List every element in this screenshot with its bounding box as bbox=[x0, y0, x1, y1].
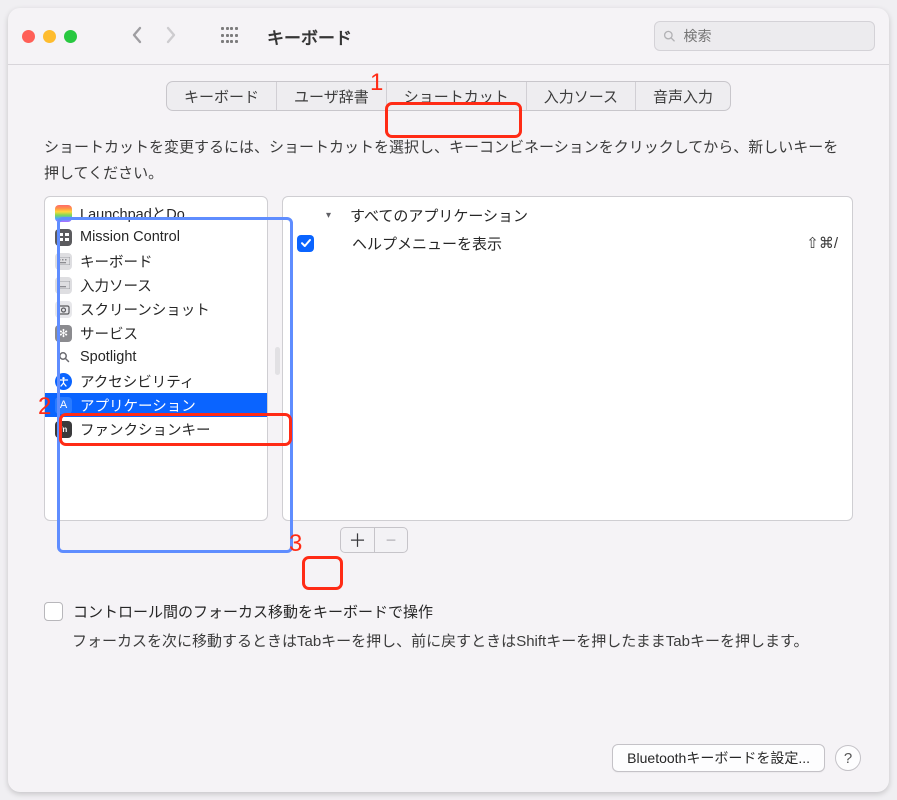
sidebar-item-label: スクリーンショット bbox=[80, 299, 210, 320]
focus-checkbox-label: コントロール間のフォーカス移動をキーボードで操作 bbox=[73, 601, 433, 622]
close-button[interactable] bbox=[22, 30, 35, 43]
sidebar-item-label: アプリケーション bbox=[80, 395, 196, 416]
tab-keyboard[interactable]: キーボード bbox=[167, 82, 277, 110]
sidebar-item-label: キーボード bbox=[80, 251, 153, 272]
shortcut-list[interactable]: ▾ すべてのアプリケーション ヘルプメニューを表示 ⇧⌘/ bbox=[282, 196, 853, 521]
sidebar-item-mission-control[interactable]: Mission Control bbox=[45, 225, 267, 249]
sidebar-item-applications[interactable]: A アプリケーション bbox=[45, 393, 267, 417]
focus-checkbox[interactable] bbox=[44, 602, 63, 621]
sidebar-item-label: LaunchpadとDo... bbox=[80, 203, 197, 224]
footer-block: コントロール間のフォーカス移動をキーボードで操作 フォーカスを次に移動するときは… bbox=[44, 601, 853, 655]
forward-button[interactable] bbox=[165, 26, 177, 47]
sidebar-item-accessibility[interactable]: アクセシビリティ bbox=[45, 369, 267, 393]
minimize-button[interactable] bbox=[43, 30, 56, 43]
gear-icon: ✻ bbox=[55, 325, 72, 342]
input-source-icon bbox=[55, 277, 72, 294]
add-button[interactable]: ＋ bbox=[341, 528, 374, 552]
shortcut-key[interactable]: ⇧⌘/ bbox=[806, 234, 838, 252]
pane-resize-handle[interactable] bbox=[275, 347, 280, 375]
bluetooth-keyboard-button[interactable]: Bluetoothキーボードを設定... bbox=[612, 744, 825, 772]
split-panes: LaunchpadとDo... Mission Control キーボード bbox=[44, 196, 853, 521]
sidebar-item-label: Spotlight bbox=[80, 349, 136, 365]
shortcut-row[interactable]: ヘルプメニューを表示 ⇧⌘/ bbox=[283, 229, 852, 257]
keyboard-icon bbox=[55, 253, 72, 270]
focus-checkbox-row[interactable]: コントロール間のフォーカス移動をキーボードで操作 bbox=[44, 601, 853, 622]
sidebar-item-keyboard[interactable]: キーボード bbox=[45, 249, 267, 273]
sidebar-item-function-keys[interactable]: fn ファンクションキー bbox=[45, 417, 267, 441]
mission-control-icon bbox=[55, 229, 72, 246]
shortcut-label: ヘルプメニューを表示 bbox=[352, 233, 502, 254]
tabs-row: キーボード ユーザ辞書 ショートカット 入力ソース 音声入力 bbox=[8, 65, 889, 117]
group-label: すべてのアプリケーション bbox=[350, 205, 528, 226]
sidebar-item-services[interactable]: ✻ サービス bbox=[45, 321, 267, 345]
launchpad-icon bbox=[55, 205, 72, 222]
sidebar-item-input-source[interactable]: 入力ソース bbox=[45, 273, 267, 297]
focus-description: フォーカスを次に移動するときはTabキーを押し、前に戻すときはShiftキーを押… bbox=[72, 630, 853, 655]
sidebar-item-spotlight[interactable]: Spotlight bbox=[45, 345, 267, 369]
preferences-window: キーボード キーボード ユーザ辞書 ショートカット 入力ソース 音声入力 ショー… bbox=[8, 8, 889, 792]
tab-dictation[interactable]: 音声入力 bbox=[636, 82, 730, 110]
sidebar-item-label: Mission Control bbox=[80, 229, 180, 245]
app-icon: A bbox=[55, 397, 72, 414]
search-icon bbox=[663, 29, 675, 43]
accessibility-icon bbox=[55, 373, 72, 390]
sidebar-item-launchpad[interactable]: LaunchpadとDo... bbox=[45, 201, 267, 225]
sidebar-item-label: 入力ソース bbox=[80, 275, 152, 296]
remove-button[interactable]: − bbox=[374, 528, 407, 552]
tab-bar: キーボード ユーザ辞書 ショートカット 入力ソース 音声入力 bbox=[166, 81, 731, 111]
tab-inputsrc[interactable]: 入力ソース bbox=[527, 82, 636, 110]
zoom-button[interactable] bbox=[64, 30, 77, 43]
tab-shortcuts[interactable]: ショートカット bbox=[387, 82, 527, 110]
sidebar-item-label: アクセシビリティ bbox=[80, 371, 194, 392]
bottom-buttons: Bluetoothキーボードを設定... ? bbox=[612, 744, 861, 772]
search-icon bbox=[55, 349, 72, 366]
fn-icon: fn bbox=[55, 421, 72, 438]
search-field[interactable] bbox=[654, 21, 875, 51]
show-all-icon[interactable] bbox=[221, 27, 239, 45]
nav-buttons bbox=[131, 26, 177, 47]
instruction-text: ショートカットを変更するには、ショートカットを選択し、キーコンビネーションをクリ… bbox=[44, 135, 853, 186]
back-button[interactable] bbox=[131, 26, 143, 47]
checkbox-enabled[interactable] bbox=[297, 235, 314, 252]
group-row-all-apps[interactable]: ▾ すべてのアプリケーション bbox=[283, 201, 852, 229]
sidebar-item-label: サービス bbox=[80, 323, 138, 344]
titlebar: キーボード bbox=[8, 8, 889, 65]
tab-userdict[interactable]: ユーザ辞書 bbox=[277, 82, 387, 110]
screenshot-icon bbox=[55, 301, 72, 318]
window-title: キーボード bbox=[267, 24, 352, 49]
chevron-down-icon[interactable]: ▾ bbox=[326, 210, 338, 221]
content-body: ショートカットを変更するには、ショートカットを選択し、キーコンビネーションをクリ… bbox=[8, 117, 889, 792]
help-button[interactable]: ? bbox=[835, 745, 861, 771]
add-remove-row: ＋ − bbox=[44, 527, 853, 553]
window-controls bbox=[22, 30, 77, 43]
sidebar-item-screenshot[interactable]: スクリーンショット bbox=[45, 297, 267, 321]
sidebar-item-label: ファンクションキー bbox=[80, 419, 211, 440]
category-list[interactable]: LaunchpadとDo... Mission Control キーボード bbox=[44, 196, 268, 521]
search-input[interactable] bbox=[681, 27, 866, 45]
